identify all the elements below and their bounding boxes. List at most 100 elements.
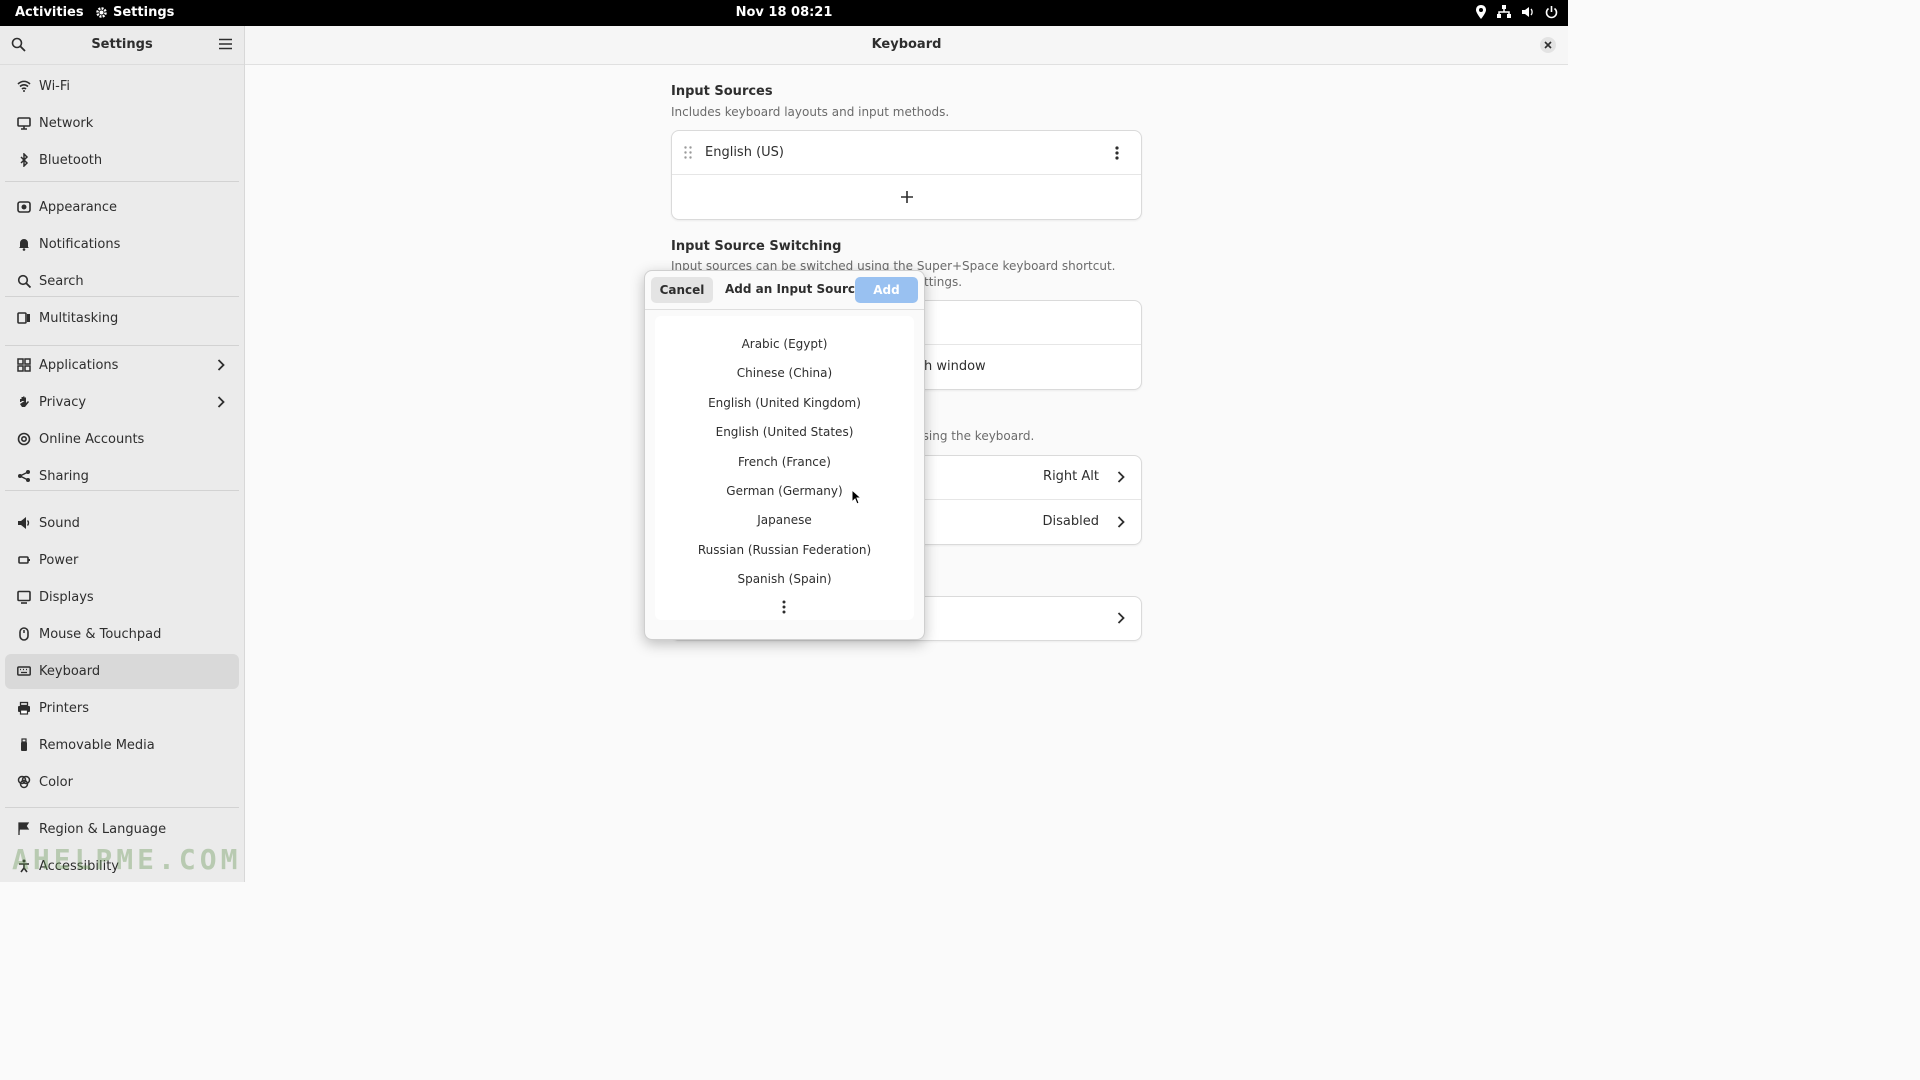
hamburger-menu-icon[interactable] [219,38,232,50]
sidebar-separator [5,181,239,182]
keyboard-icon [17,666,31,676]
chevron-right-icon [1117,471,1125,483]
sidebar-item-label: Search [39,274,84,289]
add-input-source-row[interactable] [672,175,1141,219]
input-sources-title: Input Sources [671,84,773,99]
language-list-item[interactable]: Arabic (Egypt) [655,330,914,358]
sidebar-item-bluetooth[interactable]: Bluetooth [5,143,239,178]
sidebar-item-label: Keyboard [39,664,101,679]
sidebar-item-search[interactable]: Search [5,264,239,299]
sidebar-item-label: Sound [39,516,80,531]
sidebar-item-applications[interactable]: Applications [5,348,239,383]
sidebar-item-label: Online Accounts [39,432,145,447]
language-list-item[interactable]: French (France) [655,448,914,476]
sidebar-item-printers[interactable]: Printers [5,691,239,726]
grid-icon [17,358,31,372]
clock[interactable]: Nov 18 08:21 [0,5,1568,20]
add-button[interactable]: Add [855,277,918,303]
sidebar-item-mouse-touchpad[interactable]: Mouse & Touchpad [5,617,239,652]
plus-icon [901,191,913,203]
sidebar-separator [5,296,239,297]
more-options-icon[interactable] [1115,146,1119,160]
sidebar-item-displays[interactable]: Displays [5,580,239,615]
sidebar-item-label: Color [39,775,73,790]
color-icon [17,775,31,789]
mouse-icon [19,627,29,641]
language-list-item[interactable]: Japanese [655,506,914,534]
sidebar-item-online-accounts[interactable]: Online Accounts [5,422,239,457]
at-icon [17,432,31,446]
share-icon [18,470,30,482]
add-input-source-dialog: Cancel Add an Input Source Add Arabic (E… [644,270,925,640]
page-title: Keyboard [871,37,942,52]
volume-icon [1522,7,1533,17]
sidebar-item-network[interactable]: Network [5,106,239,141]
location-icon [1476,5,1486,19]
close-button[interactable] [1540,37,1556,53]
chevron-right-icon [1117,612,1125,624]
language-list-item[interactable]: English (United Kingdom) [655,389,914,417]
bell-icon [19,239,29,251]
sidebar-item-notifications[interactable]: Notifications [5,227,239,262]
input-sources-subtitle: Includes keyboard layouts and input meth… [671,105,950,119]
sidebar-item-label: Removable Media [39,738,155,753]
language-list-item[interactable]: Russian (Russian Federation) [655,536,914,564]
sidebar-item-label: Displays [39,590,94,605]
usb-icon [21,738,27,751]
sidebar-item-label: Appearance [39,200,118,215]
network-icon [17,117,31,130]
sidebar-item-appearance[interactable]: Appearance [5,190,239,225]
power-icon [1545,6,1558,19]
sidebar-item-privacy[interactable]: Privacy [5,385,239,420]
dialog-header: Cancel Add an Input Source Add [645,271,924,310]
switching-row-2-label: h window [924,359,986,374]
sidebar-separator [5,490,239,491]
chevron-right-icon [217,359,225,371]
more-languages-button[interactable] [655,596,914,620]
speaker-icon [18,517,30,529]
close-icon [1544,41,1552,49]
flag-icon [18,822,30,835]
mouse-cursor-icon [851,489,861,505]
language-list-item[interactable]: English (United States) [655,418,914,446]
sidebar-item-region-language[interactable]: Region & Language [5,812,239,847]
sidebar-item-label: Privacy [39,395,87,410]
sidebar-item-removable-media[interactable]: Removable Media [5,728,239,763]
switching-subtitle-cont: ttings. [924,275,963,289]
sidebar-item-keyboard[interactable]: Keyboard [5,654,239,689]
language-list-item[interactable]: Spanish (Spain) [655,565,914,593]
compose-key-value: Disabled [1042,514,1099,529]
input-source-label: English (US) [705,145,784,160]
system-tray[interactable] [1475,5,1558,19]
sidebar-separator [5,807,239,808]
wifi-icon [17,80,31,92]
alternate-chars-value: Right Alt [1043,469,1099,484]
drag-handle-icon[interactable] [684,146,692,159]
sidebar-item-multitasking[interactable]: Multitasking [5,301,239,336]
sidebar: Settings Wi-Fi Network Bluetooth Appearance… [0,26,245,882]
sidebar-item-label: Sharing [39,469,89,484]
sidebar-item-label: Bluetooth [39,153,103,168]
sidebar-item-wi-fi[interactable]: Wi-Fi [5,69,239,104]
sidebar-item-label: Printers [39,701,90,716]
input-source-row[interactable]: English (US) [672,131,1141,175]
more-vertical-icon [782,600,786,614]
hand-icon [20,396,29,407]
dialog-title: Add an Input Source [725,282,864,296]
sidebar-item-sharing[interactable]: Sharing [5,459,239,494]
sidebar-item-label: Mouse & Touchpad [39,627,162,642]
power-icon [18,556,30,564]
sidebar-item-label: Region & Language [39,822,167,837]
sidebar-separator [5,345,239,346]
sidebar-item-color[interactable]: Color [5,765,239,800]
display-icon [17,590,31,604]
watermark: AHELPME.COM [12,843,242,876]
language-list-item[interactable]: Chinese (China) [655,359,914,387]
sidebar-item-power[interactable]: Power [5,543,239,578]
sidebar-item-label: Applications [39,358,119,373]
cancel-button[interactable]: Cancel [651,277,713,303]
input-sources-card: English (US) [671,130,1142,220]
search-icon [17,274,31,288]
sidebar-item-sound[interactable]: Sound [5,506,239,541]
language-list-item[interactable]: German (Germany) [655,477,914,505]
